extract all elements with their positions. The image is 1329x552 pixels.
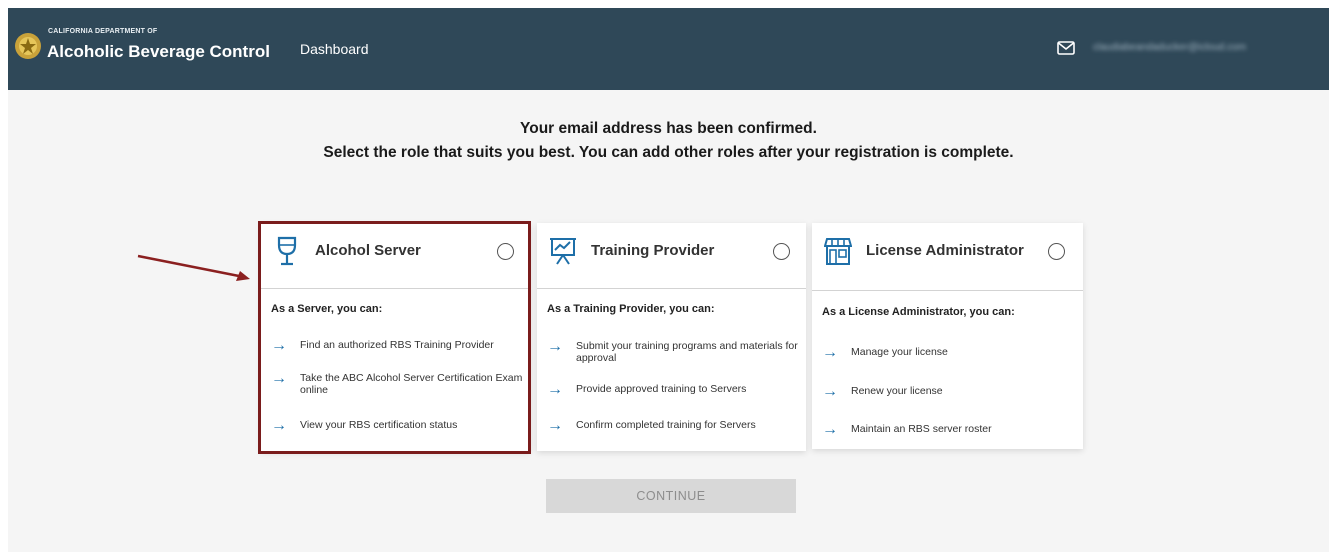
role-card-alcohol-server[interactable]: Alcohol Server As a Server, you can: → Fi… xyxy=(261,223,530,451)
card-header: License Administrator xyxy=(812,223,1083,291)
card-header: Alcohol Server xyxy=(261,223,530,289)
role-radio-alcohol-server[interactable] xyxy=(497,243,514,260)
arrow-right-icon: → xyxy=(822,344,838,361)
arrow-right-icon: → xyxy=(822,421,838,438)
card-title: Training Provider xyxy=(591,242,715,259)
arrow-right-icon: → xyxy=(271,337,287,354)
arrow-right-icon: → xyxy=(547,338,563,355)
app-frame: CALIFORNIA DEPARTMENT OF Alcoholic Bever… xyxy=(8,8,1329,552)
card-subtitle: As a Server, you can: xyxy=(271,303,383,315)
annotation-arrow-icon xyxy=(137,254,250,281)
arrow-right-icon: → xyxy=(271,417,287,434)
role-card-license-administrator[interactable]: License Administrator As a License Admin… xyxy=(812,223,1083,449)
mail-icon[interactable] xyxy=(1057,41,1075,55)
role-radio-training-provider[interactable] xyxy=(773,243,790,260)
brand-subtitle: CALIFORNIA DEPARTMENT OF xyxy=(48,28,158,35)
card-subtitle: As a License Administrator, you can: xyxy=(822,306,1015,318)
wine-glass-icon xyxy=(277,236,297,266)
card-title: Alcohol Server xyxy=(315,242,421,259)
arrow-right-icon: → xyxy=(822,383,838,400)
arrow-right-icon: → xyxy=(271,370,287,387)
storefront-icon xyxy=(824,238,852,265)
continue-button[interactable]: CONTINUE xyxy=(546,479,796,513)
state-seal-icon[interactable] xyxy=(12,30,44,62)
role-instructions: Select the role that suits you best. You… xyxy=(323,144,1014,161)
user-account-menu[interactable]: claudiabeandaducker@icloud.com xyxy=(1093,42,1323,54)
brand-title[interactable]: Alcoholic Beverage Control xyxy=(47,42,270,62)
top-bar: CALIFORNIA DEPARTMENT OF Alcoholic Bever… xyxy=(8,8,1329,90)
arrow-right-icon: → xyxy=(547,381,563,398)
presentation-icon xyxy=(550,238,576,265)
confirmation-message: Your email address has been confirmed. xyxy=(520,120,817,137)
nav-dashboard-link[interactable]: Dashboard xyxy=(300,41,369,57)
card-subtitle: As a Training Provider, you can: xyxy=(547,303,715,315)
role-card-training-provider[interactable]: Training Provider As a Training Provider… xyxy=(537,223,806,451)
role-radio-license-administrator[interactable] xyxy=(1048,243,1065,260)
arrow-right-icon: → xyxy=(547,417,563,434)
card-title: License Administrator xyxy=(866,242,1024,259)
card-header: Training Provider xyxy=(537,223,806,289)
